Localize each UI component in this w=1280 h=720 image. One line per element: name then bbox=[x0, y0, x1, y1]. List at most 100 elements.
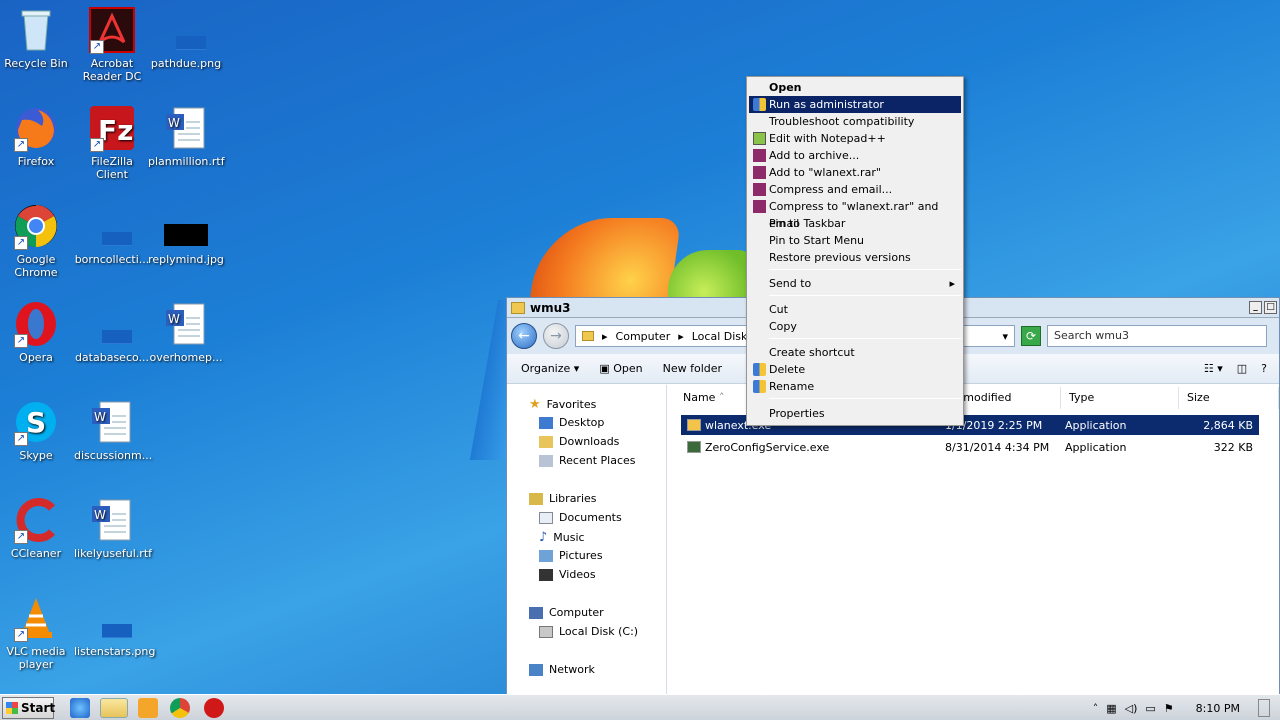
menu-label: Add to archive... bbox=[769, 149, 860, 162]
desktop-icon-label: Skype bbox=[19, 449, 53, 462]
menu-item-create-shortcut[interactable]: Create shortcut bbox=[749, 344, 961, 361]
menu-item-add-archive[interactable]: Add to archive... bbox=[749, 147, 961, 164]
menu-item-notepad[interactable]: Edit with Notepad++ bbox=[749, 130, 961, 147]
organize-button[interactable]: Organize ▾ bbox=[521, 362, 579, 375]
desktop-icon-opera[interactable]: ↗ Opera bbox=[0, 300, 74, 364]
help-icon[interactable]: ? bbox=[1261, 362, 1267, 375]
desktop-icon-pathdue[interactable]: pathdue.png bbox=[148, 6, 224, 70]
menu-item-pin-start[interactable]: Pin to Start Menu bbox=[749, 232, 961, 249]
maximize-button[interactable]: □ bbox=[1264, 301, 1277, 314]
chevron-down-icon[interactable]: ▾ bbox=[1002, 330, 1008, 343]
desktop-icon-databaseco[interactable]: databaseco... bbox=[74, 300, 150, 364]
nav-label: Documents bbox=[559, 511, 622, 524]
refresh-button[interactable]: ⟳ bbox=[1021, 326, 1041, 346]
desktop-icon-chrome[interactable]: ↗ Google Chrome bbox=[0, 202, 74, 279]
nav-local-disk[interactable]: Local Disk (C:) bbox=[539, 625, 638, 638]
desktop-icon-label: borncollecti... bbox=[74, 253, 150, 266]
sort-arrow-icon: ˄ bbox=[718, 391, 725, 404]
nav-recent-places[interactable]: Recent Places bbox=[539, 454, 636, 467]
desktop-icon-filezilla[interactable]: Fz ↗ FileZilla Client bbox=[74, 104, 150, 181]
menu-item-restore[interactable]: Restore previous versions bbox=[749, 249, 961, 266]
menu-separator bbox=[769, 269, 961, 270]
menu-item-cut[interactable]: Cut bbox=[749, 301, 961, 318]
drive-icon bbox=[539, 625, 553, 638]
minimize-button[interactable]: _ bbox=[1249, 301, 1262, 314]
start-button[interactable]: Start bbox=[2, 697, 55, 719]
nav-music[interactable]: ♪ Music bbox=[539, 530, 585, 545]
menu-item-copy[interactable]: Copy bbox=[749, 318, 961, 335]
desktop-icon-likelyuseful[interactable]: W likelyuseful.rtf bbox=[74, 496, 152, 560]
menu-item-add-rar[interactable]: Add to "wlanext.rar" bbox=[749, 164, 961, 181]
file-type: Application bbox=[1065, 441, 1127, 454]
menu-item-run-as-administrator[interactable]: Run as administrator bbox=[749, 96, 961, 113]
desktop-icon-discussionm[interactable]: W discussionm... bbox=[74, 398, 152, 462]
view-options-icon[interactable]: ☷ ▾ bbox=[1204, 362, 1223, 375]
desktop-icon-recycle-bin[interactable]: Recycle Bin bbox=[0, 6, 74, 70]
preview-pane-icon[interactable]: ◫ bbox=[1237, 362, 1247, 375]
clock[interactable]: 8:10 PM bbox=[1196, 702, 1240, 715]
navigation-pane: ★ Favorites Desktop Downloads Recent Plac… bbox=[507, 385, 667, 720]
desktop-icon-overhomep[interactable]: W overhomep... bbox=[148, 300, 224, 364]
search-input[interactable]: Search wmu3 bbox=[1047, 325, 1267, 347]
file-row[interactable]: ZeroConfigService.exe 8/31/2014 4:34 PM … bbox=[681, 437, 1259, 457]
menu-item-rename[interactable]: Rename bbox=[749, 378, 961, 395]
breadcrumb-computer[interactable]: Computer bbox=[616, 330, 671, 343]
nav-libraries[interactable]: Libraries bbox=[529, 492, 597, 505]
explorer-taskbar-icon[interactable] bbox=[100, 698, 128, 718]
opera-taskbar-icon[interactable] bbox=[204, 698, 224, 718]
tray-expand-icon[interactable]: ˄ bbox=[1093, 702, 1099, 715]
column-header-size[interactable]: Size bbox=[1179, 387, 1279, 409]
menu-item-delete[interactable]: Delete bbox=[749, 361, 961, 378]
column-header-type[interactable]: Type bbox=[1061, 387, 1179, 409]
back-button[interactable]: ← bbox=[511, 323, 537, 349]
new-folder-button[interactable]: New folder bbox=[663, 362, 722, 375]
word-document-icon: W bbox=[162, 104, 210, 152]
word-document-icon: W bbox=[88, 398, 136, 446]
notepad-plus-icon bbox=[753, 132, 766, 145]
flag-icon[interactable]: ⚑ bbox=[1164, 702, 1174, 715]
open-button[interactable]: ▣ Open bbox=[599, 362, 642, 375]
nav-downloads[interactable]: Downloads bbox=[539, 435, 619, 448]
nav-favorites[interactable]: ★ Favorites bbox=[529, 397, 596, 412]
desktop-icon-listenstars[interactable]: listenstars.png bbox=[74, 594, 155, 658]
media-player-icon[interactable] bbox=[138, 698, 158, 718]
nav-network[interactable]: Network bbox=[529, 663, 595, 676]
nav-computer[interactable]: Computer bbox=[529, 606, 604, 619]
forward-button[interactable]: → bbox=[543, 323, 569, 349]
file-date: 8/31/2014 4:34 PM bbox=[945, 441, 1050, 454]
menu-item-compress-email[interactable]: Compress and email... bbox=[749, 181, 961, 198]
file-name: ZeroConfigService.exe bbox=[705, 441, 830, 454]
nav-desktop[interactable]: Desktop bbox=[539, 416, 604, 429]
desktop-icon-acrobat[interactable]: ↗ Acrobat Reader DC bbox=[74, 6, 150, 83]
nav-documents[interactable]: Documents bbox=[539, 511, 622, 524]
chrome-taskbar-icon[interactable] bbox=[170, 698, 190, 718]
menu-label: Add to "wlanext.rar" bbox=[769, 166, 881, 179]
menu-item-compress-rar-email[interactable]: Compress to "wlanext.rar" and email bbox=[749, 198, 961, 230]
desktop-icon-firefox[interactable]: ↗ Firefox bbox=[0, 104, 74, 168]
svg-text:S: S bbox=[26, 406, 46, 439]
acrobat-icon: ↗ bbox=[88, 6, 136, 54]
submenu-arrow-icon: ▸ bbox=[949, 277, 955, 290]
desktop-icon-label: pathdue.png bbox=[150, 57, 222, 70]
context-menu: Open Run as administrator Troubleshoot c… bbox=[746, 76, 964, 426]
nav-videos[interactable]: Videos bbox=[539, 568, 596, 581]
nav-pictures[interactable]: Pictures bbox=[539, 549, 603, 562]
menu-item-send-to[interactable]: Send to ▸ bbox=[749, 275, 961, 292]
menu-item-pin-taskbar[interactable]: Pin to Taskbar bbox=[749, 215, 961, 232]
show-desktop-button[interactable] bbox=[1258, 699, 1270, 717]
network-tray-icon[interactable]: ▦ bbox=[1106, 702, 1116, 715]
menu-item-open[interactable]: Open bbox=[749, 79, 961, 96]
menu-item-properties[interactable]: Properties bbox=[749, 405, 961, 422]
menu-item-troubleshoot[interactable]: Troubleshoot compatibility bbox=[749, 113, 961, 130]
desktop-icon-planmillion[interactable]: W planmillion.rtf bbox=[148, 104, 225, 168]
desktop-icon-label: Opera bbox=[19, 351, 53, 364]
word-document-icon: W bbox=[88, 496, 136, 544]
desktop-icon-skype[interactable]: S ↗ Skype bbox=[0, 398, 74, 462]
display-icon[interactable]: ▭ bbox=[1145, 702, 1155, 715]
desktop-icon-ccleaner[interactable]: ↗ CCleaner bbox=[0, 496, 74, 560]
desktop-icon-borncollecti[interactable]: borncollecti... bbox=[74, 202, 150, 266]
internet-explorer-icon[interactable] bbox=[70, 698, 90, 718]
desktop-icon-replymind[interactable]: replymind.jpg bbox=[148, 202, 224, 266]
desktop-icon-vlc[interactable]: ↗ VLC media player bbox=[0, 594, 74, 671]
volume-icon[interactable]: ◁) bbox=[1125, 702, 1138, 715]
